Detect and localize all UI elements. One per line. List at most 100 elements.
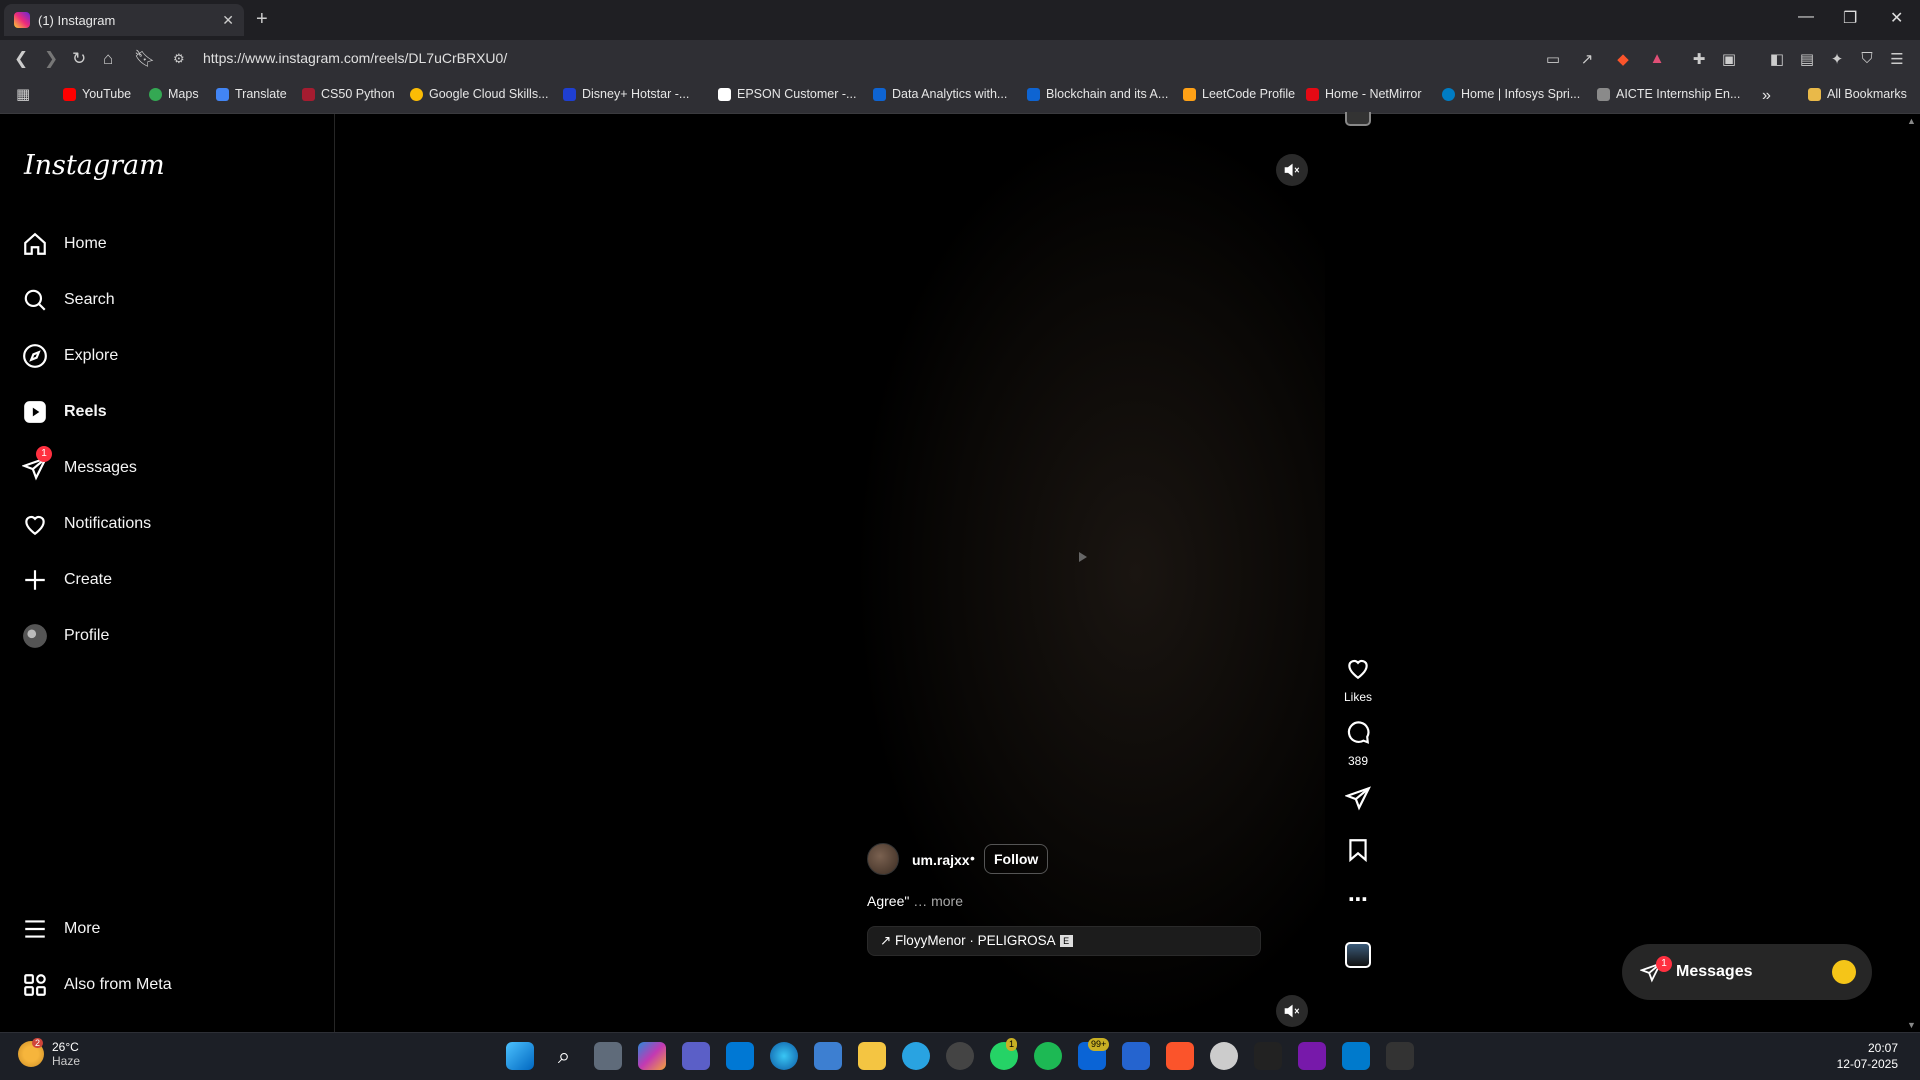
nav-more[interactable]: More (22, 913, 100, 945)
audio-thumbnail[interactable] (1345, 942, 1371, 968)
file-explorer-icon[interactable] (858, 1042, 886, 1070)
mute-toggle-button[interactable] (1276, 154, 1308, 186)
bookmark-page-icon[interactable]: 🔖︎ (134, 49, 156, 69)
more-bookmarks-icon[interactable]: » (1762, 87, 1771, 105)
nav-also-from-meta[interactable]: Also from Meta (22, 969, 172, 1001)
bookmark-epson[interactable]: EPSON Customer -... (718, 87, 856, 101)
share-icon[interactable]: ↗ (1578, 50, 1596, 68)
restore-icon[interactable]: ❐ (1843, 8, 1857, 28)
nav-search-label: Search (64, 291, 115, 308)
audio-track-pill[interactable]: ↗ FloyyMenor · PELIGROSA E (867, 926, 1261, 956)
back-icon[interactable]: ❮ (14, 49, 28, 69)
browser-tab[interactable]: (1) Instagram ✕ (4, 4, 244, 36)
brave-rewards-icon[interactable]: ▲ (1648, 50, 1666, 68)
follow-button[interactable]: Follow (984, 844, 1049, 874)
vpn-icon[interactable]: ⛉ (1858, 50, 1876, 68)
save-button[interactable] (1343, 837, 1373, 868)
url-field[interactable]: https://www.instagram.com/reels/DL7uCrBR… (203, 50, 507, 66)
spotify-icon[interactable] (1034, 1042, 1062, 1070)
todo-icon[interactable] (1122, 1042, 1150, 1070)
close-window-icon[interactable]: ✕ (1890, 8, 1903, 28)
arc-app-icon[interactable] (1254, 1042, 1282, 1070)
share-button[interactable] (1343, 785, 1373, 816)
nav-reels[interactable]: Reels (22, 396, 107, 428)
terminal-icon[interactable] (1386, 1042, 1414, 1070)
new-tab-button[interactable]: + (256, 8, 268, 31)
nav-create[interactable]: Create (22, 564, 112, 596)
clock-app-icon[interactable] (1210, 1042, 1238, 1070)
bookmark-netmirror[interactable]: Home - NetMirror (1306, 87, 1422, 101)
search-taskbar-icon[interactable]: ⌕ (550, 1042, 578, 1070)
caption-more-link[interactable]: … more (913, 893, 963, 909)
teams-icon[interactable] (682, 1042, 710, 1070)
bookmark-maps[interactable]: Maps (149, 87, 199, 101)
task-view-icon[interactable] (594, 1042, 622, 1070)
wallet-icon[interactable]: ▤ (1798, 50, 1816, 68)
nav-explore[interactable]: Explore (22, 340, 118, 372)
edge-icon[interactable] (770, 1042, 798, 1070)
instagram-logo[interactable]: Instagram (24, 150, 165, 181)
likes-label: Likes (1343, 690, 1372, 704)
bookmark-hotstar[interactable]: Disney+ Hotstar -... (563, 87, 689, 101)
system-clock[interactable]: 20:07 12-07-2025 (1837, 1040, 1898, 1072)
author-username[interactable]: um.rajxx (912, 852, 970, 868)
leo-ai-icon[interactable]: ✦ (1828, 50, 1846, 68)
bookmark-data-analytics[interactable]: Data Analytics with... (873, 87, 1007, 101)
like-button[interactable]: Likes (1343, 655, 1373, 704)
reel-caption[interactable]: Agree" … more (867, 893, 963, 909)
minimize-icon[interactable]: — (1798, 8, 1814, 26)
weather-widget[interactable]: 2 26°C Haze (18, 1038, 80, 1068)
page-scrollbar[interactable]: ▲ ▼ (1904, 114, 1920, 1032)
apps-icon[interactable]: ▦ (16, 85, 30, 103)
whatsapp-badge: 1 (1006, 1038, 1018, 1051)
store-icon[interactable] (814, 1042, 842, 1070)
bookmark-google-cloud[interactable]: Google Cloud Skills... (410, 87, 549, 101)
nav-profile[interactable]: Profile (22, 620, 109, 652)
brave-icon[interactable] (1166, 1042, 1194, 1070)
menu-icon[interactable]: ☰ (1888, 50, 1906, 68)
home-browser-icon[interactable]: ⌂ (103, 49, 113, 69)
onenote-icon[interactable] (1298, 1042, 1326, 1070)
meta-apps-icon (24, 974, 46, 996)
scroll-down-icon[interactable]: ▼ (1907, 1020, 1916, 1030)
bookmark-icon (1349, 839, 1367, 863)
bookmark-leetcode[interactable]: LeetCode Profile (1183, 87, 1295, 101)
scroll-up-icon[interactable]: ▲ (1907, 116, 1916, 126)
cast-icon[interactable]: ▭ (1544, 50, 1562, 68)
messages-floating-button[interactable]: 1 Messages (1622, 944, 1872, 1000)
site-settings-icon[interactable]: ⚙ (173, 51, 185, 67)
more-options-icon[interactable]: ⋯ (1343, 887, 1373, 913)
app-window-icon[interactable] (726, 1042, 754, 1070)
all-bookmarks-folder[interactable]: All Bookmarks (1808, 87, 1907, 101)
bookmark-cs50[interactable]: CS50 Python (302, 87, 395, 101)
extensions-icon[interactable]: ✚ (1690, 50, 1708, 68)
previous-reel-audio-thumb[interactable] (1345, 112, 1371, 126)
nav-messages[interactable]: 1 Messages (22, 446, 137, 484)
separator-dot: • (970, 850, 975, 866)
copilot-icon[interactable] (638, 1042, 666, 1070)
mute-toggle-button-next[interactable] (1276, 995, 1308, 1027)
bookmark-youtube[interactable]: YouTube (63, 87, 131, 101)
bookmark-translate[interactable]: Translate (216, 87, 287, 101)
brave-shields-icon[interactable]: ◆ (1614, 50, 1632, 68)
media-player-icon[interactable] (946, 1042, 974, 1070)
nav-search[interactable]: Search (22, 284, 115, 316)
author-avatar[interactable] (867, 843, 899, 875)
nav-home[interactable]: Home (22, 228, 107, 260)
bookmark-aicte[interactable]: AICTE Internship En... (1597, 87, 1740, 101)
start-icon[interactable] (506, 1042, 534, 1070)
bookmark-infosys[interactable]: Home | Infosys Spri... (1442, 87, 1580, 101)
search-icon (24, 289, 46, 311)
bookmark-blockchain[interactable]: Blockchain and its A... (1027, 87, 1168, 101)
telegram-icon[interactable] (902, 1042, 930, 1070)
comment-button[interactable]: 389 (1343, 719, 1373, 768)
muted-speaker-icon (1284, 163, 1300, 177)
heart-icon (1348, 659, 1368, 680)
close-tab-icon[interactable]: ✕ (222, 12, 234, 29)
reload-icon[interactable]: ↻ (72, 49, 86, 69)
forward-icon[interactable]: ❯ (44, 49, 58, 69)
vscode-icon[interactable] (1342, 1042, 1370, 1070)
sidebar-toggle-icon[interactable]: ◧ (1768, 50, 1786, 68)
nav-notifications[interactable]: Notifications (22, 508, 151, 540)
screenshot-icon[interactable]: ▣ (1720, 50, 1738, 68)
